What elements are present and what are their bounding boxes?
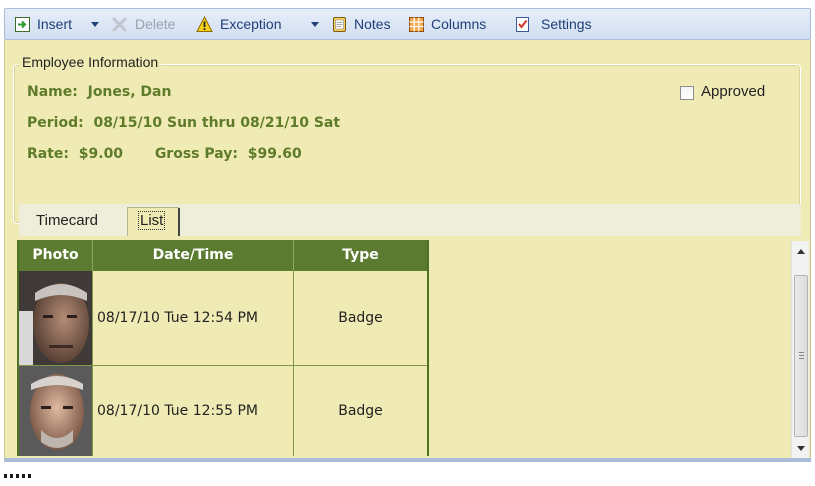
tab-strip: Timecard List bbox=[19, 204, 801, 237]
columns-icon[interactable] bbox=[408, 16, 425, 33]
table-cell-datetime[interactable]: 08/17/10 Tue 12:55 PM bbox=[93, 366, 294, 456]
rate-value: $9.00 bbox=[78, 146, 124, 162]
exception-button[interactable]: Exception bbox=[220, 9, 281, 39]
notes-icon[interactable] bbox=[331, 16, 348, 33]
resize-dots-icon bbox=[4, 474, 32, 478]
name-label: Name: bbox=[27, 84, 78, 100]
period-value: 08/15/10 Sun thru 08/21/10 Sat bbox=[93, 115, 341, 131]
settings-button[interactable]: Settings bbox=[541, 9, 592, 39]
status-strip bbox=[4, 458, 811, 462]
period-row: Period: 08/15/10 Sun thru 08/21/10 Sat bbox=[27, 115, 340, 131]
scrollbar-thumb[interactable] bbox=[794, 275, 808, 437]
name-value: Jones, Dan bbox=[87, 84, 172, 100]
notes-button[interactable]: Notes bbox=[354, 9, 391, 39]
column-header-photo[interactable]: Photo bbox=[19, 240, 93, 271]
rate-label: Rate: bbox=[27, 146, 70, 162]
delete-icon[interactable] bbox=[111, 16, 128, 33]
insert-dropdown-icon[interactable] bbox=[91, 22, 99, 27]
grip-line bbox=[799, 355, 804, 356]
tab-timecard[interactable]: Timecard bbox=[36, 212, 98, 229]
table-cell-type[interactable]: Badge bbox=[294, 271, 427, 366]
employee-photo bbox=[19, 271, 93, 366]
approved-label[interactable]: Approved bbox=[701, 83, 765, 100]
table-cell-type[interactable]: Badge bbox=[294, 366, 427, 456]
columns-button[interactable]: Columns bbox=[431, 9, 486, 39]
tab-list[interactable]: List bbox=[127, 207, 180, 237]
warning-icon[interactable] bbox=[196, 16, 213, 33]
grip-icon bbox=[799, 352, 804, 353]
vertical-scrollbar[interactable] bbox=[791, 241, 809, 459]
gross-pay-label: Gross Pay: bbox=[154, 146, 238, 162]
gross-pay-value: $99.60 bbox=[247, 146, 302, 162]
list-view: Photo Date/Time Type 08/17/10 Tue 12:54 … bbox=[17, 236, 799, 456]
approved-checkbox[interactable] bbox=[680, 86, 694, 100]
insert-icon[interactable] bbox=[14, 16, 31, 33]
employee-panel: Employee Information Name: Jones, Dan Pe… bbox=[4, 40, 811, 459]
tab-list-label: List bbox=[137, 211, 166, 230]
group-title: Employee Information bbox=[19, 54, 162, 70]
column-header-type[interactable]: Type bbox=[294, 240, 427, 271]
column-header-datetime[interactable]: Date/Time bbox=[93, 240, 294, 271]
scroll-down-arrow-icon[interactable] bbox=[797, 446, 805, 451]
settings-checklist-icon[interactable] bbox=[514, 16, 531, 33]
employee-photo bbox=[19, 366, 93, 456]
name-row: Name: Jones, Dan bbox=[27, 84, 171, 100]
exception-dropdown-icon[interactable] bbox=[311, 22, 319, 27]
pay-row: Rate: $9.00 Gross Pay: $99.60 bbox=[27, 146, 302, 162]
table-cell-datetime[interactable]: 08/17/10 Tue 12:54 PM bbox=[93, 271, 294, 366]
scroll-up-arrow-icon[interactable] bbox=[797, 249, 805, 254]
delete-button[interactable]: Delete bbox=[135, 9, 175, 39]
toolbar: Insert Delete Exception Notes Columns Se… bbox=[4, 8, 811, 40]
period-label: Period: bbox=[27, 115, 84, 131]
grip-line bbox=[799, 358, 804, 359]
insert-button[interactable]: Insert bbox=[37, 9, 72, 39]
punch-grid: Photo Date/Time Type 08/17/10 Tue 12:54 … bbox=[17, 240, 429, 456]
